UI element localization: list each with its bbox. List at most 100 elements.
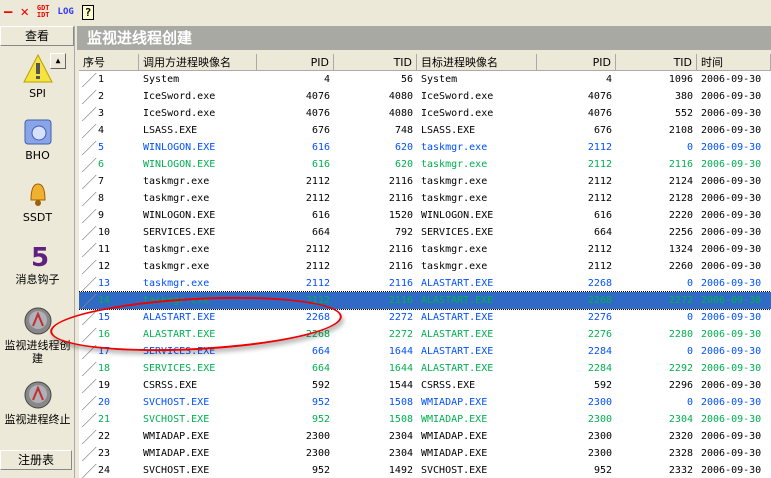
cell-text: SVCHOST.EXE: [421, 465, 488, 476]
cell-caller-pid: 4: [257, 71, 334, 88]
cell-target-tid: 2328: [616, 445, 697, 462]
table-row[interactable]: 22 WMIADAP.EXE 2300 2304 WMIADAP.EXE 2300 2320…: [79, 428, 771, 445]
cell-text: 2220: [668, 210, 693, 221]
table-row[interactable]: 12 taskmgr.exe 2112 2116 taskmgr.exe 2112 2260…: [79, 258, 771, 275]
cell-text: 2006-09-30: [701, 176, 762, 187]
table-row[interactable]: 9 WINLOGON.EXE 616 1520 WINLOGON.EXE 616 2220 2…: [79, 207, 771, 224]
cell-text: 2332: [668, 465, 693, 476]
table-row[interactable]: 23 WMIADAP.EXE 2300 2304 WMIADAP.EXE 2300 2328…: [79, 445, 771, 462]
cell-index: 3: [79, 105, 139, 122]
table-row[interactable]: 6 WINLOGON.EXE 616 620 taskmgr.exe 2112 2116 20…: [79, 156, 771, 173]
table-row[interactable]: 24 SVCHOST.EXE 952 1492 SVCHOST.EXE 952 2332 20…: [79, 462, 771, 478]
table-row[interactable]: 19 CSRSS.EXE 592 1544 CSRSS.EXE 592 2296 2006-0…: [79, 377, 771, 394]
help-button[interactable]: ?: [81, 4, 95, 20]
col-header-time[interactable]: 时间: [697, 54, 771, 71]
cell-text: 952: [311, 465, 330, 476]
sidebar-item-monitor-terminate[interactable]: 监视进程终止: [0, 380, 75, 426]
cell-time: 2006-09-30: [697, 258, 771, 275]
cell-text: 592: [593, 380, 612, 391]
cell-target-pid: 2300: [537, 428, 616, 445]
cell-target-pid: 4: [537, 71, 616, 88]
sidebar-item-ssdt[interactable]: SSDT: [0, 178, 75, 224]
table-row[interactable]: 16 ALASTART.EXE 2268 2272 ALASTART.EXE 2276 22…: [79, 326, 771, 343]
cell-time: 2006-09-30: [697, 360, 771, 377]
cell-text: WMIADAP.EXE: [421, 448, 488, 459]
cell-caller-image: SERVICES.EXE: [139, 343, 257, 360]
log-button[interactable]: LOG: [58, 7, 74, 17]
main-panel: 监视进线程创建 序号 调用方进程映像名 PID TID 目标进程映像名 PID …: [77, 26, 771, 478]
table-row[interactable]: 11 taskmgr.exe 2112 2116 taskmgr.exe 2112 1324…: [79, 241, 771, 258]
cell-text: 2112: [305, 176, 330, 187]
table-row[interactable]: 21 SVCHOST.EXE 952 1508 WMIADAP.EXE 2300 2304 2…: [79, 411, 771, 428]
minimize-button[interactable]: —: [4, 4, 12, 20]
col-header-caller-tid[interactable]: TID: [334, 54, 417, 71]
sidebar-item-spi[interactable]: SPI: [0, 53, 75, 100]
cell-text: 4: [323, 74, 330, 85]
cell-text: 1324: [668, 244, 693, 255]
col-header-caller-pid[interactable]: PID: [257, 54, 334, 71]
idt-label: IDT: [36, 11, 50, 19]
cell-text: IceSword.exe: [421, 108, 494, 119]
cell-text: IceSword.exe: [143, 108, 216, 119]
cell-target-image: LSASS.EXE: [417, 122, 537, 139]
table-row[interactable]: 4 LSASS.EXE 676 748 LSASS.EXE 676 2108 2006-09-…: [79, 122, 771, 139]
cell-target-image: ALASTART.EXE: [417, 309, 537, 326]
table-row[interactable]: 14 taskmgr.exe 2112 2116 ALASTART.EXE 2268 227…: [79, 291, 771, 310]
cell-time: 2006-09-30: [697, 241, 771, 258]
cell-text: 2292: [668, 363, 693, 374]
table-row[interactable]: 1 System 4 56 System 4 1096 2006-09-30: [79, 71, 771, 88]
col-header-index[interactable]: 序号: [79, 54, 139, 71]
cell-caller-pid: 952: [257, 462, 334, 478]
col-header-target-pid[interactable]: PID: [537, 54, 616, 71]
cell-caller-tid: 620: [334, 156, 417, 173]
table-row[interactable]: 5 WINLOGON.EXE 616 620 taskmgr.exe 2112 0 2006-…: [79, 139, 771, 156]
sidebar-item-message-hook[interactable]: 5 消息钩子: [0, 240, 75, 286]
table-row[interactable]: 2 IceSword.exe 4076 4080 IceSword.exe 4076 380…: [79, 88, 771, 105]
col-header-target-image[interactable]: 目标进程映像名: [417, 54, 537, 71]
cell-text: taskmgr.exe: [421, 142, 488, 153]
cell-caller-pid: 2112: [257, 292, 334, 309]
sidebar-header-view[interactable]: 查看: [0, 26, 74, 46]
table-row[interactable]: 18 SERVICES.EXE 664 1644 ALASTART.EXE 2284 229…: [79, 360, 771, 377]
cell-caller-pid: 4076: [257, 88, 334, 105]
thread-icon: [81, 157, 97, 172]
col-header-caller-image[interactable]: 调用方进程映像名: [139, 54, 257, 71]
cell-caller-tid: 748: [334, 122, 417, 139]
cell-target-pid: 592: [537, 377, 616, 394]
table-row[interactable]: 8 taskmgr.exe 2112 2116 taskmgr.exe 2112 2128 2…: [79, 190, 771, 207]
cell-text: taskmgr.exe: [143, 261, 210, 272]
table-row[interactable]: 7 taskmgr.exe 2112 2116 taskmgr.exe 2112 2124 2…: [79, 173, 771, 190]
process-thread-list[interactable]: 序号 调用方进程映像名 PID TID 目标进程映像名 PID TID 时间 1…: [79, 54, 771, 478]
table-row[interactable]: 10 SERVICES.EXE 664 792 SERVICES.EXE 664 2256 2…: [79, 224, 771, 241]
cell-target-pid: 2268: [537, 292, 616, 309]
cell-text: 2112: [305, 278, 330, 289]
registry-button[interactable]: 注册表: [0, 450, 72, 470]
sidebar-item-label: 消息钩子: [15, 273, 60, 286]
cell-target-pid: 2112: [537, 241, 616, 258]
cell-text: taskmgr.exe: [421, 244, 488, 255]
sidebar-item-monitor-create[interactable]: 监视进线程创建: [0, 306, 75, 365]
table-row[interactable]: 3 IceSword.exe 4076 4080 IceSword.exe 4076 552…: [79, 105, 771, 122]
cell-text: 2112: [587, 261, 612, 272]
cell-text: 4: [98, 125, 105, 136]
table-row[interactable]: 15 ALASTART.EXE 2268 2272 ALASTART.EXE 2276 0 2…: [79, 309, 771, 326]
cell-text: 1508: [388, 397, 413, 408]
table-row[interactable]: 17 SERVICES.EXE 664 1644 ALASTART.EXE 2284 0 20…: [79, 343, 771, 360]
cell-caller-image: SERVICES.EXE: [139, 224, 257, 241]
sidebar-item-bho[interactable]: BHO: [0, 116, 75, 162]
cell-target-image: ALASTART.EXE: [417, 343, 537, 360]
cell-caller-tid: 4080: [334, 105, 417, 122]
cell-target-tid: 380: [616, 88, 697, 105]
close-button[interactable]: ✕: [20, 4, 28, 20]
cell-caller-image: WINLOGON.EXE: [139, 207, 257, 224]
cell-caller-tid: 1508: [334, 394, 417, 411]
cell-text: 2300: [587, 414, 612, 425]
cell-text: 792: [394, 227, 413, 238]
gdt-idt-button[interactable]: GDT IDT: [37, 5, 50, 19]
cell-caller-image: WINLOGON.EXE: [139, 156, 257, 173]
table-row[interactable]: 20 SVCHOST.EXE 952 1508 WMIADAP.EXE 2300 0 2006…: [79, 394, 771, 411]
col-header-target-tid[interactable]: TID: [616, 54, 697, 71]
table-row[interactable]: 13 taskmgr.exe 2112 2116 ALASTART.EXE 2268 0 20…: [79, 275, 771, 292]
cell-caller-pid: 952: [257, 394, 334, 411]
cell-text: 1544: [388, 380, 413, 391]
